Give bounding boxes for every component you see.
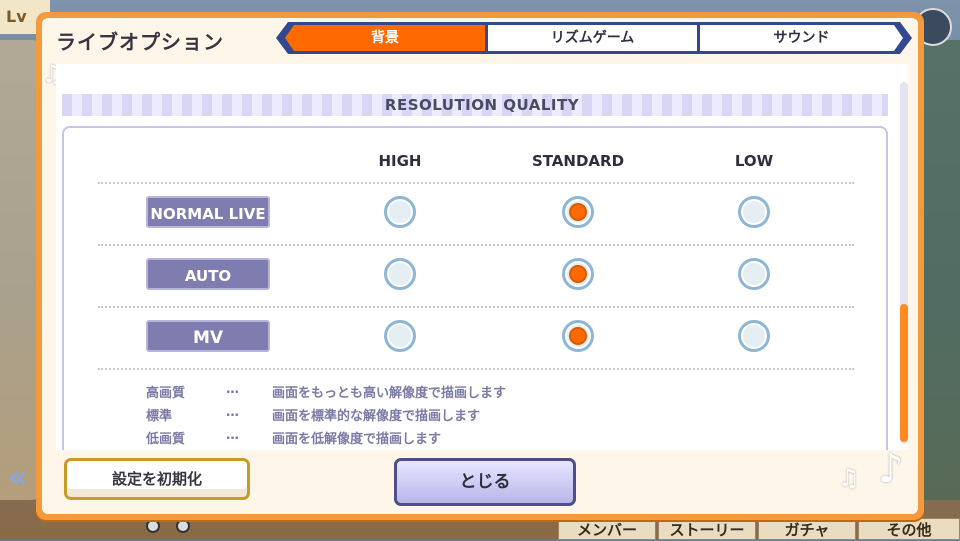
row-divider <box>98 182 854 184</box>
settings-scroll-area[interactable]: RESOLUTION QUALITY HIGH STANDARD LOW NOR… <box>56 64 908 450</box>
music-note-icon: ♪ <box>878 446 904 492</box>
radio-normal-live-low[interactable] <box>738 196 770 228</box>
radio-auto-high[interactable] <box>384 258 416 290</box>
section-title: RESOLUTION QUALITY <box>384 96 580 114</box>
legend-term: 高画質 <box>146 386 186 401</box>
menu-item-member[interactable]: メンバー <box>558 518 656 540</box>
legend-desc: 画面をもっとも高い解像度で描画します <box>272 386 507 401</box>
tab-background[interactable]: 背景 <box>285 25 485 51</box>
menu-item-story[interactable]: ストーリー <box>658 518 756 540</box>
row-divider <box>98 306 854 308</box>
row-label-normal-live: NORMAL LIVE <box>146 196 270 228</box>
reset-settings-button[interactable]: 設定を初期化 <box>64 458 250 500</box>
page-dot <box>176 519 190 533</box>
tab-bar: 背景 リズムゲーム サウンド <box>276 22 912 54</box>
legend-term: 標準 <box>146 409 173 424</box>
live-options-dialog: ライブオプション 背景 リズムゲーム サウンド ♫ RESOLUTION QUA… <box>36 12 924 520</box>
legend-term: 低画質 <box>146 432 186 447</box>
page-dot <box>146 519 160 533</box>
legend-dots: … <box>226 382 239 397</box>
legend-dots: … <box>226 405 239 420</box>
radio-mv-standard[interactable] <box>562 320 594 352</box>
radio-auto-standard[interactable] <box>562 258 594 290</box>
column-header-low: LOW <box>734 152 774 170</box>
resolution-quality-card: HIGH STANDARD LOW NORMAL LIVE AUTO MV 高画… <box>62 126 888 450</box>
row-label-mv: MV <box>146 320 270 352</box>
scrollbar-thumb[interactable] <box>900 304 908 442</box>
menu-item-other[interactable]: その他 <box>858 518 960 540</box>
radio-mv-low[interactable] <box>738 320 770 352</box>
dialog-body: ライブオプション 背景 リズムゲーム サウンド ♫ RESOLUTION QUA… <box>42 18 918 514</box>
tab-rhythm-game[interactable]: リズムゲーム <box>488 25 697 51</box>
radio-normal-live-standard[interactable] <box>562 196 594 228</box>
legend-desc: 画面を標準的な解像度で描画します <box>272 409 481 424</box>
tab-sound[interactable]: サウンド <box>700 25 903 51</box>
menu-item-gacha[interactable]: ガチャ <box>758 518 856 540</box>
column-header-standard: STANDARD <box>531 152 625 170</box>
radio-mv-high[interactable] <box>384 320 416 352</box>
music-note-icon: ♫ <box>838 464 860 492</box>
nav-back-chevron-icon[interactable]: « <box>8 460 27 495</box>
dialog-title: ライブオプション <box>56 30 224 54</box>
scrollbar-track[interactable] <box>900 82 908 444</box>
row-label-auto: AUTO <box>146 258 270 290</box>
radio-auto-low[interactable] <box>738 258 770 290</box>
legend-dots: … <box>226 428 239 443</box>
column-header-high: HIGH <box>378 152 422 170</box>
row-divider <box>98 244 854 246</box>
legend-desc: 画面を低解像度で描画します <box>272 432 442 447</box>
close-button[interactable]: とじる <box>394 458 576 506</box>
row-divider <box>98 368 854 370</box>
radio-normal-live-high[interactable] <box>384 196 416 228</box>
